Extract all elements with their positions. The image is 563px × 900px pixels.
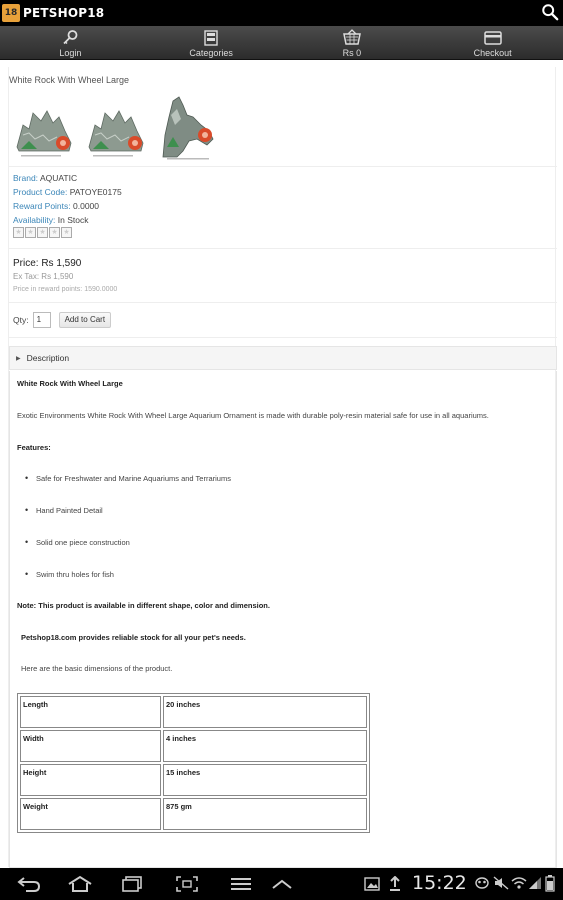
description-body: White Rock With Wheel Large Exotic Envir… bbox=[9, 371, 557, 868]
star-icon: ★ bbox=[37, 227, 48, 238]
rating-stars: ★ ★ ★ ★ ★ bbox=[13, 227, 72, 238]
list-item: Hand Painted Detail bbox=[25, 505, 103, 515]
quantity-input[interactable]: 1 bbox=[32, 312, 51, 328]
dimension-value: 875 gm bbox=[163, 798, 367, 830]
gallery-notification-icon bbox=[364, 877, 380, 891]
product-note: Note: This product is available in diffe… bbox=[17, 601, 270, 610]
signal-icon bbox=[529, 877, 541, 889]
tab-cart[interactable]: Rs 0 bbox=[282, 26, 423, 59]
battery-icon bbox=[545, 875, 555, 892]
back-icon[interactable] bbox=[16, 876, 42, 892]
search-icon[interactable] bbox=[541, 3, 559, 21]
table-row: Height 15 inches bbox=[20, 764, 367, 796]
dimension-value: 15 inches bbox=[163, 764, 367, 796]
quantity-row: Qty: 1 Add to Cart bbox=[13, 312, 112, 328]
table-row: Width 4 inches bbox=[20, 730, 367, 762]
availability-label: Availability: bbox=[13, 215, 56, 225]
dimension-label: Width bbox=[20, 730, 161, 762]
dimension-label: Height bbox=[20, 764, 161, 796]
product-title: White Rock With Wheel Large bbox=[9, 75, 130, 85]
key-icon bbox=[63, 30, 78, 45]
table-row: Length 20 inches bbox=[20, 696, 367, 728]
tab-login[interactable]: Login bbox=[0, 26, 141, 59]
table-row: Weight 875 gm bbox=[20, 798, 367, 830]
tab-cart-label: Rs 0 bbox=[342, 48, 362, 58]
wifi-icon bbox=[511, 877, 527, 889]
price: Price: Rs 1,590 bbox=[13, 258, 82, 269]
ex-tax-price: Ex Tax: Rs 1,590 bbox=[13, 272, 74, 281]
dimension-label: Length bbox=[20, 696, 161, 728]
list-icon bbox=[204, 30, 218, 46]
tab-checkout[interactable]: Checkout bbox=[422, 26, 563, 59]
tab-categories[interactable]: Categories bbox=[141, 26, 282, 59]
nav-tabs: Login Categories Rs 0 Checkout bbox=[0, 26, 563, 60]
qty-label: Qty: bbox=[13, 315, 29, 325]
app-logo-icon: 18 bbox=[2, 4, 20, 22]
dimension-value: 4 inches bbox=[163, 730, 367, 762]
reward-points-row: Reward Points: 0.0000 bbox=[13, 201, 99, 211]
star-icon: ★ bbox=[25, 227, 36, 238]
divider bbox=[9, 337, 557, 338]
screenshot-icon[interactable] bbox=[175, 875, 199, 893]
product-code-value: PATOYE0175 bbox=[69, 187, 122, 197]
description-header-label: Description bbox=[26, 353, 70, 363]
triangle-right-icon: ▶ bbox=[16, 355, 21, 362]
app-bar: 18 PETSHOP18 bbox=[0, 0, 563, 26]
download-icon bbox=[390, 876, 400, 891]
description-intro: Exotic Environments White Rock With Whee… bbox=[17, 411, 489, 420]
product-thumbnails bbox=[13, 95, 219, 161]
reward-points-label: Reward Points: bbox=[13, 201, 71, 211]
description-heading: White Rock With Wheel Large bbox=[17, 379, 123, 388]
tab-login-label: Login bbox=[59, 48, 82, 58]
alien-icon bbox=[475, 877, 489, 889]
tab-categories-label: Categories bbox=[189, 48, 233, 58]
brand-row: Brand: AQUATIC bbox=[13, 173, 77, 183]
product-code-label: Product Code: bbox=[13, 187, 68, 197]
chevron-up-icon[interactable] bbox=[271, 878, 293, 890]
list-item: Swim thru holes for fish bbox=[25, 569, 114, 579]
dimension-label: Weight bbox=[20, 798, 161, 830]
credit-card-icon bbox=[483, 31, 502, 45]
system-navigation-bar: 15:22 bbox=[0, 868, 563, 900]
availability-row: Availability: In Stock bbox=[13, 215, 88, 225]
dimensions-table: Length 20 inches Width 4 inches Height 1… bbox=[17, 693, 370, 833]
cart-icon bbox=[342, 29, 361, 45]
star-icon: ★ bbox=[49, 227, 60, 238]
divider bbox=[9, 302, 557, 303]
status-clock: 15:22 bbox=[412, 872, 467, 894]
list-item: Safe for Freshwater and Marine Aquariums… bbox=[25, 473, 231, 483]
home-icon[interactable] bbox=[66, 875, 94, 893]
star-icon: ★ bbox=[13, 227, 24, 238]
product-page: White Rock With Wheel Large Brand: AQUAT… bbox=[0, 61, 563, 868]
dimensions-intro: Here are the basic dimensions of the pro… bbox=[21, 664, 173, 673]
add-to-cart-button[interactable]: Add to Cart bbox=[58, 312, 112, 328]
app-title: PETSHOP18 bbox=[23, 6, 105, 20]
product-code-row: Product Code: PATOYE0175 bbox=[13, 187, 122, 197]
product-card: White Rock With Wheel Large Brand: AQUAT… bbox=[8, 67, 557, 868]
features-label: Features: bbox=[17, 443, 51, 452]
star-icon: ★ bbox=[61, 227, 72, 238]
tab-checkout-label: Checkout bbox=[473, 48, 512, 58]
stock-note: Petshop18.com provides reliable stock fo… bbox=[21, 633, 246, 642]
dimension-value: 20 inches bbox=[163, 696, 367, 728]
list-item: Solid one piece construction bbox=[25, 537, 130, 547]
reward-points-price: Price in reward points: 1590.0000 bbox=[13, 286, 118, 293]
product-thumbnail[interactable] bbox=[13, 95, 75, 161]
product-thumbnail[interactable] bbox=[157, 95, 219, 161]
description-toggle[interactable]: ▶ Description bbox=[9, 346, 557, 370]
menu-icon[interactable] bbox=[230, 877, 252, 891]
product-thumbnail[interactable] bbox=[85, 95, 147, 161]
divider bbox=[9, 166, 557, 167]
divider bbox=[9, 248, 557, 249]
brand-link[interactable]: Brand: bbox=[13, 173, 38, 183]
reward-points-value: 0.0000 bbox=[73, 201, 100, 211]
recent-apps-icon[interactable] bbox=[120, 875, 144, 893]
brand-value: AQUATIC bbox=[39, 173, 78, 183]
availability-value: In Stock bbox=[57, 215, 89, 225]
mute-icon bbox=[493, 876, 509, 890]
